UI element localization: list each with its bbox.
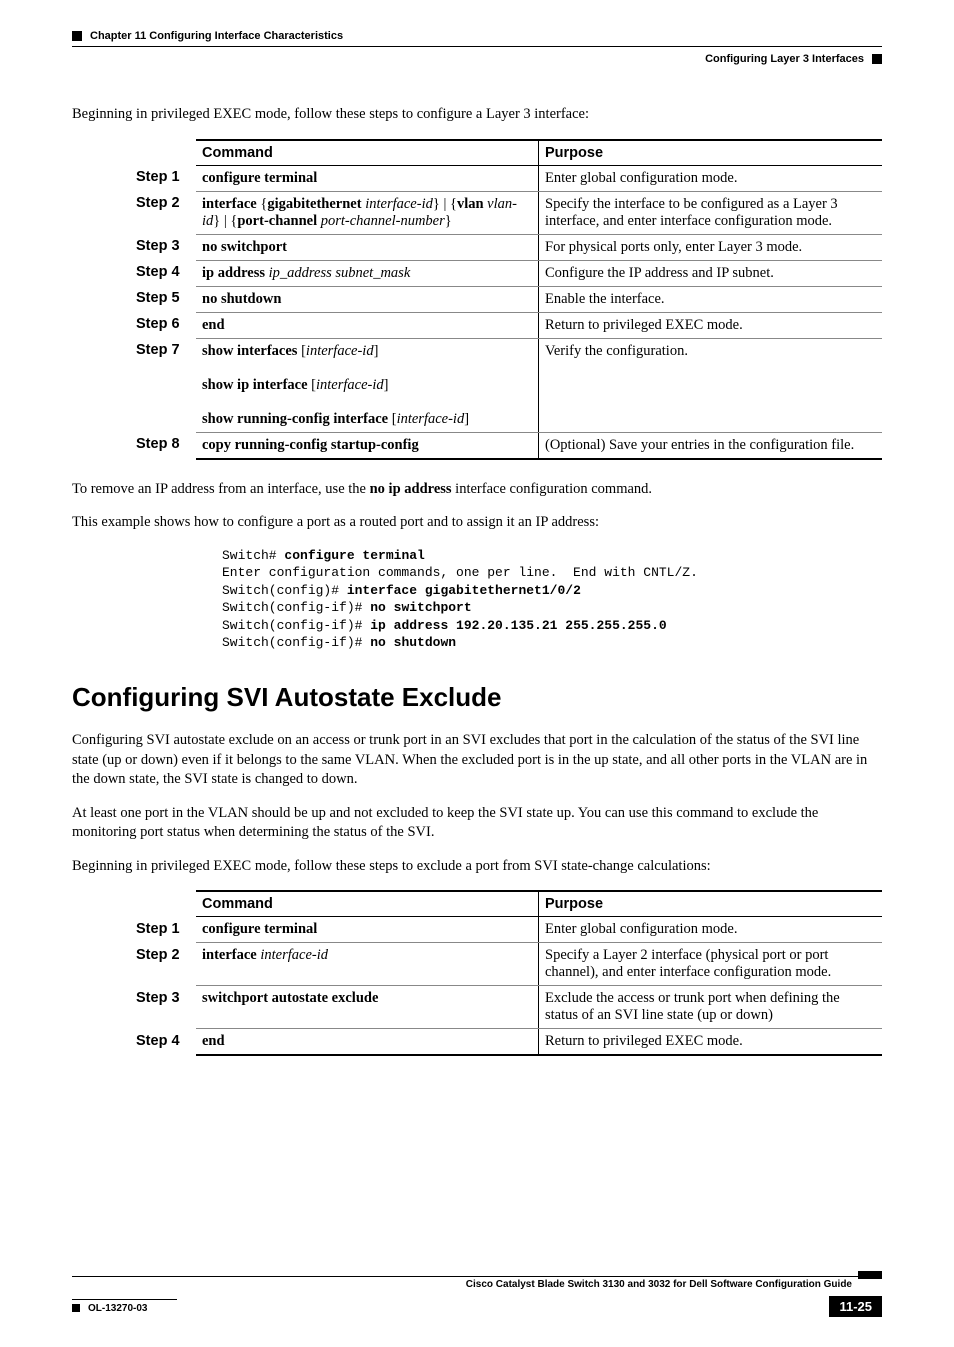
- cli-example: Switch# configure terminal Enter configu…: [222, 547, 882, 652]
- layer3-steps-table: Command Purpose Step 1configure terminal…: [136, 139, 882, 460]
- table2-header-purpose: Purpose: [539, 891, 883, 917]
- step-label: Step 6: [136, 312, 196, 338]
- footer-guide-title: Cisco Catalyst Blade Switch 3130 and 303…: [72, 1279, 852, 1290]
- step-label: Step 1: [136, 165, 196, 191]
- table-header-command: Command: [196, 140, 539, 166]
- table-row: Step 4ip address ip_address subnet_maskC…: [136, 260, 882, 286]
- command-cell: no shutdown: [196, 286, 539, 312]
- table-row: Step 3no switchportFor physical ports on…: [136, 234, 882, 260]
- command-cell: switchport autostate exclude: [196, 986, 539, 1029]
- purpose-cell: Enter global configuration mode.: [539, 917, 883, 943]
- table-row: Step 8copy running-config startup-config…: [136, 432, 882, 459]
- chapter-label: Chapter 11 Configuring Interface Charact…: [90, 30, 343, 42]
- svi-paragraph-3: Beginning in privileged EXEC mode, follo…: [72, 857, 882, 877]
- step-label: Step 3: [136, 234, 196, 260]
- command-cell: end: [196, 1029, 539, 1056]
- command-cell: configure terminal: [196, 917, 539, 943]
- table-row: Step 1configure terminalEnter global con…: [136, 917, 882, 943]
- command-cell: interface {gigabitethernet interface-id}…: [196, 191, 539, 234]
- purpose-cell: Exclude the access or trunk port when de…: [539, 986, 883, 1029]
- step-label: Step 4: [136, 260, 196, 286]
- section-title: Configuring Layer 3 Interfaces: [705, 53, 864, 65]
- footer-page-number: 11-25: [829, 1296, 882, 1317]
- table-row: Step 2interface {gigabitethernet interfa…: [136, 191, 882, 234]
- table-header-purpose: Purpose: [539, 140, 883, 166]
- step-label: Step 2: [136, 943, 196, 986]
- command-cell: configure terminal: [196, 165, 539, 191]
- purpose-cell: Enter global configuration mode.: [539, 165, 883, 191]
- purpose-cell: For physical ports only, enter Layer 3 m…: [539, 234, 883, 260]
- example-intro: This example shows how to configure a po…: [72, 513, 882, 533]
- header-bar-icon: [72, 31, 82, 41]
- purpose-cell: (Optional) Save your entries in the conf…: [539, 432, 883, 459]
- command-cell: interface interface-id: [196, 943, 539, 986]
- table-row: Step 5no shutdownEnable the interface.: [136, 286, 882, 312]
- svi-paragraph-2: At least one port in the VLAN should be …: [72, 804, 882, 843]
- purpose-cell: Specify the interface to be configured a…: [539, 191, 883, 234]
- section-bar-icon: [872, 54, 882, 64]
- table-row: Step 7show interfaces [interface-id]show…: [136, 338, 882, 432]
- step-label: Step 4: [136, 1029, 196, 1056]
- page-footer: Cisco Catalyst Blade Switch 3130 and 303…: [72, 1276, 882, 1317]
- table-row: Step 4endReturn to privileged EXEC mode.: [136, 1029, 882, 1056]
- step-label: Step 7: [136, 338, 196, 432]
- intro-paragraph: Beginning in privileged EXEC mode, follo…: [72, 105, 882, 125]
- step-label: Step 8: [136, 432, 196, 459]
- step-label: Step 2: [136, 191, 196, 234]
- command-cell: end: [196, 312, 539, 338]
- command-cell: ip address ip_address subnet_mask: [196, 260, 539, 286]
- svi-paragraph-1: Configuring SVI autostate exclude on an …: [72, 731, 882, 790]
- step-label: Step 1: [136, 917, 196, 943]
- table-row: Step 3switchport autostate excludeExclud…: [136, 986, 882, 1029]
- command-cell: no switchport: [196, 234, 539, 260]
- table2-header-command: Command: [196, 891, 539, 917]
- table-row: Step 1configure terminalEnter global con…: [136, 165, 882, 191]
- command-cell: show interfaces [interface-id]show ip in…: [196, 338, 539, 432]
- footer-bar-icon: [858, 1271, 882, 1279]
- section-header: Configuring Layer 3 Interfaces: [72, 53, 882, 65]
- purpose-cell: Specify a Layer 2 interface (physical po…: [539, 943, 883, 986]
- running-header: Chapter 11 Configuring Interface Charact…: [72, 30, 882, 47]
- step-label: Step 3: [136, 986, 196, 1029]
- table-row: Step 6endReturn to privileged EXEC mode.: [136, 312, 882, 338]
- remove-ip-paragraph: To remove an IP address from an interfac…: [72, 480, 882, 500]
- purpose-cell: Verify the configuration.: [539, 338, 883, 432]
- step-label: Step 5: [136, 286, 196, 312]
- purpose-cell: Configure the IP address and IP subnet.: [539, 260, 883, 286]
- svi-steps-table: Command Purpose Step 1configure terminal…: [136, 890, 882, 1056]
- purpose-cell: Enable the interface.: [539, 286, 883, 312]
- table-row: Step 2interface interface-idSpecify a La…: [136, 943, 882, 986]
- purpose-cell: Return to privileged EXEC mode.: [539, 1029, 883, 1056]
- command-cell: copy running-config startup-config: [196, 432, 539, 459]
- svi-heading: Configuring SVI Autostate Exclude: [72, 682, 882, 713]
- footer-doc-id: OL-13270-03: [72, 1299, 177, 1314]
- purpose-cell: Return to privileged EXEC mode.: [539, 312, 883, 338]
